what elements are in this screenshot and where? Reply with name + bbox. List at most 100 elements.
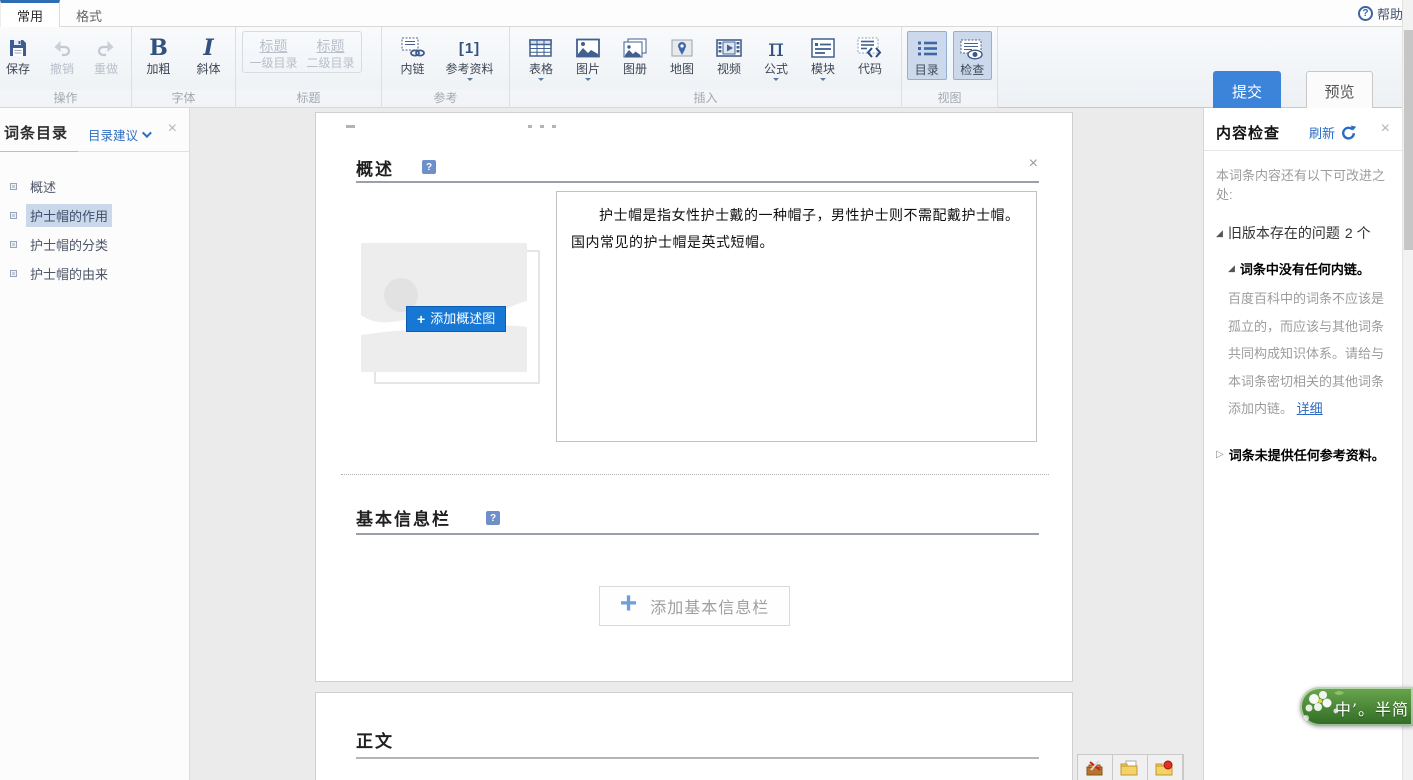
insert-formula-button[interactable]: π 公式 — [754, 31, 798, 84]
group-label-operations: 操作 — [0, 90, 131, 108]
undo-button[interactable]: 撤销 — [40, 31, 84, 76]
map-icon — [671, 34, 693, 62]
issue-group-row[interactable]: ◢ 旧版本存在的问题 2 个 — [1216, 223, 1390, 243]
infobox-divider — [356, 533, 1039, 535]
refresh-button[interactable]: 刷新 — [1309, 123, 1357, 142]
toc-item-label: 护士帽的作用 — [26, 204, 112, 227]
overview-close-icon[interactable]: × — [1029, 157, 1038, 171]
toc-suggest-link[interactable]: 目录建议 — [88, 125, 149, 144]
redo-button[interactable]: 重做 — [84, 31, 128, 76]
insert-image-button[interactable]: 图片 — [566, 31, 610, 84]
ime-status-badge[interactable]: 中’。半简 — [1300, 687, 1413, 726]
insert-module-label: 模块 — [811, 62, 835, 76]
issue-no-inlink-row[interactable]: ◢ 词条中没有任何内链。 — [1228, 259, 1390, 278]
add-infobox-button[interactable]: + 添加基本信息栏 — [599, 586, 790, 626]
tab-common[interactable]: 常用 — [0, 0, 60, 27]
insert-module-button[interactable]: 模块 — [801, 31, 845, 84]
redo-label: 重做 — [94, 62, 118, 76]
ime-toolbox-icon[interactable] — [1078, 755, 1113, 780]
add-overview-image-button[interactable]: + 添加概述图 — [406, 306, 506, 332]
toc-item-label: 护士帽的由来 — [26, 262, 112, 285]
overview-infobox-card: 概述 ? × + 添加概述图 护士帽是指女性护士戴的一种帽子，男性护士则不需配戴… — [315, 112, 1073, 682]
infobox-help-icon[interactable]: ? — [486, 511, 500, 525]
insert-album-button[interactable]: 图册 — [613, 31, 657, 76]
insert-video-button[interactable]: 视频 — [707, 31, 751, 76]
toc-toggle-button[interactable]: 目录 — [907, 31, 947, 80]
module-dropdown-caret-icon — [820, 78, 826, 84]
insert-map-button[interactable]: 地图 — [660, 31, 704, 76]
insert-code-label: 代码 — [858, 62, 882, 76]
preview-button[interactable]: 预览 — [1306, 71, 1373, 111]
insert-formula-label: 公式 — [764, 62, 788, 76]
bold-button[interactable]: B 加粗 — [137, 31, 181, 76]
group-label-heading: 标题 — [236, 90, 381, 108]
internal-link-icon — [401, 34, 425, 62]
toc-bullet-icon — [10, 241, 17, 248]
italic-label: 斜体 — [196, 62, 220, 76]
content-check-title: 内容检查 — [1216, 122, 1280, 143]
tab-format[interactable]: 格式 — [60, 0, 118, 27]
body-divider — [356, 757, 1039, 759]
ime-folder-papers-icon[interactable] — [1113, 755, 1148, 780]
toc-suggest-label: 目录建议 — [88, 125, 138, 144]
scrollbar-thumb[interactable] — [1404, 30, 1413, 250]
content-check-close-icon[interactable]: × — [1381, 120, 1390, 138]
help-label: 帮助 — [1377, 4, 1403, 23]
refresh-label: 刷新 — [1309, 123, 1335, 142]
check-view-icon — [960, 35, 984, 63]
heading2-title: 标题 — [317, 37, 345, 55]
issue-desc-text: 百度百科中的词条不应该是孤立的，而应该与其他词条共同构成知识体系。请给与本词条密… — [1228, 291, 1384, 416]
tab-format-label: 格式 — [76, 6, 102, 25]
toc-item-classification[interactable]: 护士帽的分类 — [0, 230, 189, 259]
check-intro-text: 本词条内容还有以下可改进之处: — [1216, 165, 1390, 203]
ime-folder-red-dot-icon[interactable] — [1148, 755, 1183, 780]
submit-button[interactable]: 提交 — [1213, 71, 1281, 111]
reference-button[interactable]: [1] 参考资料 — [439, 31, 501, 84]
toc-bullet-icon — [10, 212, 17, 219]
overview-help-icon[interactable]: ? — [422, 160, 436, 174]
toc-item-label: 护士帽的分类 — [26, 233, 112, 256]
heading2-button[interactable]: 标题 二级目录 — [302, 33, 359, 71]
issue-no-reference-row[interactable]: ▷ 词条未提供任何参考资料。 — [1216, 445, 1390, 464]
overview-divider — [356, 181, 1039, 183]
check-toggle-button[interactable]: 检查 — [953, 31, 993, 80]
toc-item-origin[interactable]: 护士帽的由来 — [0, 259, 189, 288]
toc-item-usage[interactable]: 护士帽的作用 — [0, 201, 189, 230]
tab-common-label: 常用 — [17, 6, 43, 25]
overview-image-placeholder: + 添加概述图 — [361, 243, 556, 403]
toc-sidebar-close-icon[interactable]: × — [168, 120, 177, 138]
issue-group-title: 旧版本存在的问题 — [1228, 223, 1340, 243]
help-button[interactable]: ? 帮助 — [1358, 4, 1403, 23]
collapse-open-icon: ◢ — [1216, 228, 1223, 239]
issue-no-inlink-title: 词条中没有任何内链。 — [1240, 259, 1370, 278]
issue-no-inlink-desc: 百度百科中的词条不应该是孤立的，而应该与其他词条共同构成知识体系。请给与本词条密… — [1228, 285, 1392, 423]
internal-link-button[interactable]: 内链 — [391, 31, 435, 76]
group-reference: 内链 [1] 参考资料 参考 — [382, 27, 510, 108]
detail-link[interactable]: 详细 — [1297, 401, 1323, 416]
overview-text-input[interactable]: 护士帽是指女性护士戴的一种帽子，男性护士则不需配戴护士帽。国内常见的护士帽是英式… — [556, 191, 1037, 442]
save-icon — [8, 34, 28, 62]
formula-dropdown-caret-icon — [773, 78, 779, 84]
check-toggle-label: 检查 — [960, 63, 984, 77]
insert-code-button[interactable]: 代码 — [848, 31, 892, 76]
group-label-view: 视图 — [902, 90, 997, 108]
insert-video-label: 视频 — [717, 62, 741, 76]
add-infobox-label: 添加基本信息栏 — [650, 594, 769, 618]
plus-icon: + — [620, 589, 638, 619]
insert-table-button[interactable]: 表格 — [519, 31, 563, 84]
toc-item-overview[interactable]: 概述 — [0, 172, 189, 201]
group-insert: 表格 图片 图册 — [510, 27, 902, 108]
group-label-font: 字体 — [132, 90, 235, 108]
group-view: 目录 检查 视图 — [902, 27, 998, 108]
body-section-title: 正文 — [356, 727, 394, 752]
redo-icon — [96, 34, 116, 62]
ime-tray — [1077, 754, 1184, 780]
page-scrollbar — [1402, 0, 1413, 780]
heading1-button[interactable]: 标题 一级目录 — [245, 33, 302, 71]
toolbar-groups: 保存 撤销 重做 操作 — [0, 27, 998, 108]
italic-button[interactable]: I 斜体 — [187, 31, 231, 76]
help-question-icon: ? — [1358, 6, 1373, 21]
bold-icon: B — [149, 34, 168, 62]
save-button[interactable]: 保存 — [0, 31, 40, 76]
bold-label: 加粗 — [146, 62, 170, 76]
